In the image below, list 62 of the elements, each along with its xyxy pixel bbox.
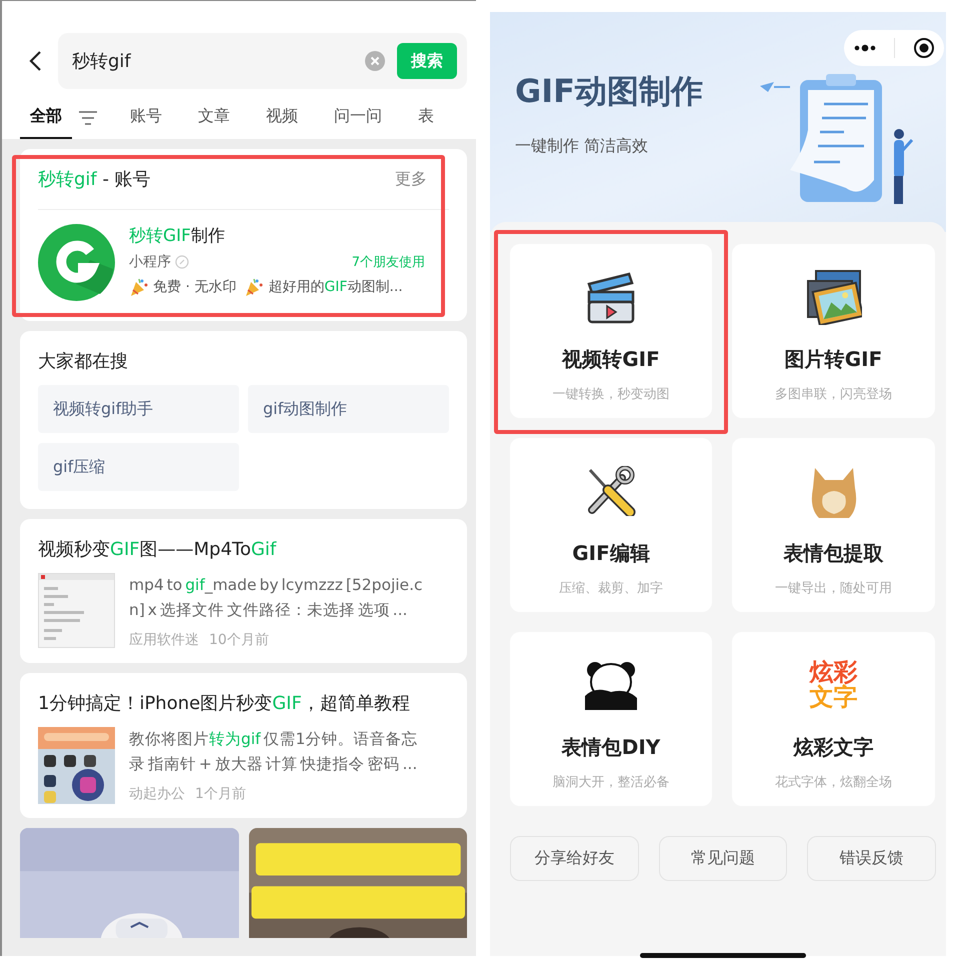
tab[interactable]: 问一问 [324,106,392,139]
app-logo-icon[interactable] [38,224,115,301]
article-source: 动起办公 [129,785,185,803]
panda-icon [583,660,639,710]
tab[interactable]: 视频 [256,106,308,139]
tab[interactable]: 全部 [20,106,72,139]
feature-title: 表情包提取 [784,540,884,567]
filter-icon[interactable] [78,110,98,126]
search-suggestion[interactable]: gif压缩 [38,443,239,491]
window-thumbnail-icon [38,573,115,648]
article-card[interactable]: 视频秒变GIF图——Mp4ToGif mp4 to gif_made by lcymzzz [52pojie.cn] x 选择文件 文件路径：未选择 选项 ... 应用软件迷 10个月前 [20,519,467,663]
feature-description: 一键转换，秒变动图 [552,386,670,403]
section-title: 大家都在搜 [38,350,129,373]
back-icon[interactable] [28,50,42,72]
app-title: GIF动图制作 [515,71,704,112]
app-name[interactable]: 秒转GIF制作 [129,224,449,247]
app-tagline: 超好用的GIF动图制... [268,278,403,296]
action-button[interactable]: 分享给好友 [510,836,639,881]
article-snippet: 教你将图片转为gif 仅需1分钟。语音备忘录 指南针 + 放大器 计算 快捷指令 密码 ... [129,729,418,775]
article-snippet: mp4 to gif_made by lcymzzz [52pojie.cn] x 选择文件 文件路径：未选择 选项 ... [129,575,424,621]
feature-card[interactable]: 图片转GIF 多图串联，闪亮登场 [732,244,935,418]
app-type: 小程序 [129,253,171,271]
feature-title: 表情包DIY [562,734,660,761]
article-time: 10个月前 [209,631,269,649]
word-art-icon: 炫彩 文字 [810,660,858,710]
app-subtitle: 一键制作 简洁高效 [515,136,650,157]
feature-card[interactable]: 炫彩 文字 炫彩文字 花式字体，炫翻全场 [732,632,935,806]
party-popper-icon [129,277,149,297]
feature-card[interactable]: GIF编辑 压缩、裁剪、加字 [510,438,712,612]
tools-icon [586,466,636,516]
search-query: 秒转gif [72,50,132,73]
feature-description: 多图串联，闪亮登场 [775,386,892,403]
action-button[interactable]: 常见问题 [658,836,788,881]
feature-card[interactable]: 表情包提取 一键导出，随处可用 [732,438,935,612]
feature-description: 压缩、裁剪、加字 [559,580,663,597]
photos-icon [806,269,862,325]
tab[interactable]: 文章 [188,106,240,139]
article-title[interactable]: 1分钟搞定！iPhone图片秒变GIF，超简单教程 [38,691,449,715]
feature-title: GIF编辑 [572,540,650,567]
more-link[interactable]: 更多 [395,168,427,190]
article-source: 应用软件迷 [129,631,199,649]
article-time: 1个月前 [195,785,246,803]
tab[interactable]: 账号 [120,106,172,139]
article-title[interactable]: 视频秒变GIF图——Mp4ToGif [38,537,449,561]
search-suggestion[interactable]: 视频转gif助手 [38,385,239,433]
party-popper-icon [244,277,264,297]
feature-description: 脑洞大开，整活必备 [552,774,670,791]
section-title: 秒转gif - 账号 [38,168,151,191]
feature-title: 视频转GIF [562,346,660,373]
feature-description: 一键导出，随处可用 [775,580,892,597]
more-icon[interactable] [852,44,877,52]
action-button[interactable]: 错误反馈 [807,836,936,881]
search-suggestion[interactable]: gif动图制作 [248,385,449,433]
article-card[interactable]: 1分钟搞定！iPhone图片秒变GIF，超简单教程 教你将图片转为gif 仅需1分钟。语音备忘录 指南针 + 放大器 计算 快捷指令 密码 ... 动起办公 1个月前 [20,673,467,818]
feature-description: 花式字体，炫翻全场 [775,774,892,791]
friends-count: 7个朋友使用 [352,254,425,271]
feature-card[interactable]: 表情包DIY 脑洞大开，整活必备 [510,632,712,806]
feature-title: 图片转GIF [784,346,882,373]
feature-card[interactable]: 视频转GIF 一键转换，秒变动图 [510,244,712,418]
app-tagline: 免费 · 无水印 [153,278,236,296]
feature-title: 炫彩文字 [794,734,874,761]
tab[interactable]: 表 [408,106,444,139]
